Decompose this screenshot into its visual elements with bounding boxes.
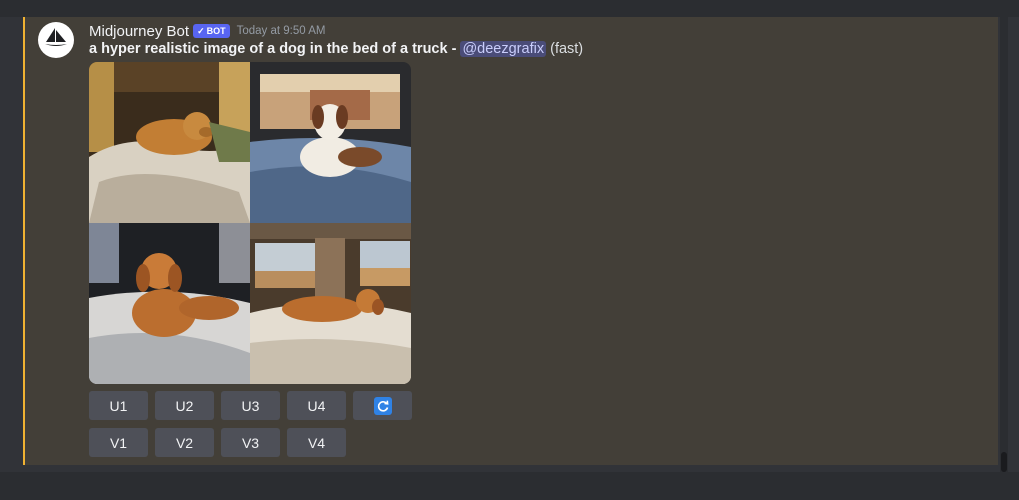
bot-badge: ✓ BOT	[193, 24, 230, 38]
bot-avatar[interactable]	[38, 22, 74, 58]
refresh-icon	[373, 396, 392, 415]
message-timestamp: Today at 9:50 AM	[236, 25, 326, 37]
sailboat-icon	[43, 27, 69, 54]
checkmark-icon: ✓	[197, 26, 205, 36]
message-header: Midjourney Bot ✓ BOT Today at 9:50 AM	[89, 22, 325, 40]
variation-2-button[interactable]: V2	[155, 428, 214, 457]
top-bar	[0, 0, 1019, 17]
dog-image-2[interactable]	[250, 62, 411, 223]
user-mention[interactable]: @deezgrafix	[460, 41, 547, 57]
message-content: a hyper realistic image of a dog in the …	[89, 41, 583, 57]
scrollbar-track[interactable]	[1000, 17, 1008, 472]
bottom-bar	[0, 472, 1019, 500]
bot-badge-label: BOT	[206, 26, 226, 36]
upscale-1-button[interactable]: U1	[89, 391, 148, 420]
prompt-text: a hyper realistic image of a dog in the …	[89, 41, 448, 57]
variation-4-button[interactable]: V4	[287, 428, 346, 457]
prompt-separator: -	[447, 41, 461, 57]
dog-image-3[interactable]	[89, 223, 250, 384]
scrollbar-thumb[interactable]	[1001, 452, 1007, 472]
variation-3-button[interactable]: V3	[221, 428, 280, 457]
upscale-3-button[interactable]: U3	[221, 391, 280, 420]
reroll-button[interactable]	[353, 391, 412, 420]
image-grid[interactable]	[89, 62, 411, 384]
author-name[interactable]: Midjourney Bot	[89, 23, 189, 40]
dog-image-1[interactable]	[89, 62, 250, 223]
variation-1-button[interactable]: V1	[89, 428, 148, 457]
upscale-2-button[interactable]: U2	[155, 391, 214, 420]
dog-image-4[interactable]	[250, 223, 411, 384]
upscale-4-button[interactable]: U4	[287, 391, 346, 420]
speed-label: (fast)	[550, 41, 584, 57]
